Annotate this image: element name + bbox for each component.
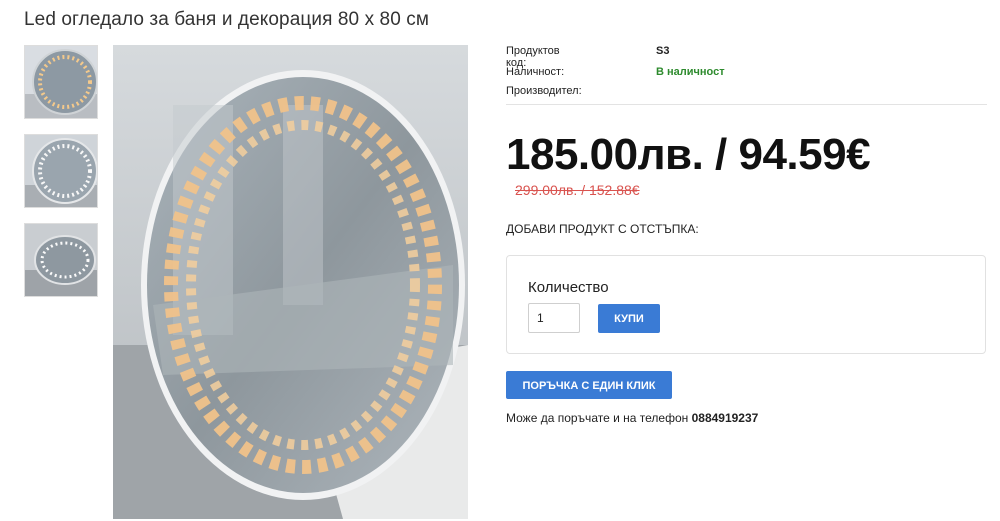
add-to-cart-panel: Количество КУПИ <box>506 255 986 354</box>
details-divider <box>506 104 987 105</box>
quantity-input[interactable] <box>528 303 580 333</box>
one-click-order-button[interactable]: ПОРЪЧКА С ЕДИН КЛИК <box>506 371 672 399</box>
thumbnail-1[interactable] <box>24 45 98 119</box>
thumbnail-2[interactable] <box>24 134 98 208</box>
round-mirror-photo <box>113 45 468 519</box>
product-code-value: S3 <box>656 45 670 57</box>
manufacturer-label: Производител: <box>506 85 582 97</box>
buy-button[interactable]: КУПИ <box>598 304 660 333</box>
availability-label: Наличност: <box>506 66 565 78</box>
current-price: 185.00лв. / 94.59€ <box>506 130 871 179</box>
phone-number: 0884919237 <box>691 411 759 425</box>
main-product-image[interactable] <box>113 45 468 519</box>
thumbnail-3[interactable] <box>24 223 98 297</box>
addon-discount-label: ДОБАВИ ПРОДУКТ С ОТСТЪПКА: <box>506 222 699 236</box>
mirror-thumbnail-image <box>25 224 97 296</box>
mirror-thumbnail-image <box>25 46 97 118</box>
product-title: Led огледало за баня и декорация 80 х 80… <box>24 9 430 30</box>
mirror-thumbnail-image <box>25 135 97 207</box>
quantity-label: Количество <box>528 279 609 296</box>
old-price: 299.00лв. / 152.88€ <box>515 182 640 198</box>
phone-order-line: Може да поръчате и на телефон 0884919237 <box>506 411 758 425</box>
phone-order-text: Може да поръчате и на телефон <box>506 411 689 425</box>
availability-value: В наличност <box>656 66 725 78</box>
